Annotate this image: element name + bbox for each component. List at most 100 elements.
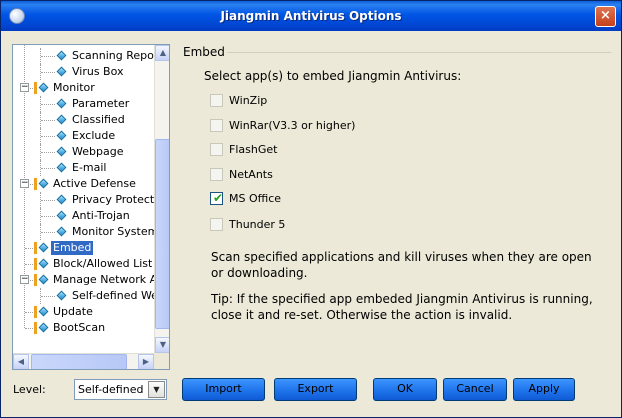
tree-connector xyxy=(41,72,55,73)
folder-node-icon xyxy=(34,82,50,94)
folder-node-icon xyxy=(34,242,50,254)
folder-node-icon xyxy=(34,258,50,270)
tree-item[interactable]: − Active Defense xyxy=(13,176,154,192)
checkbox-box xyxy=(210,168,223,181)
window-title: Jiangmin Antivirus Options xyxy=(220,9,402,23)
tree-item[interactable]: Webpage xyxy=(13,144,154,160)
app-checkbox-label: WinZip xyxy=(229,94,268,107)
scroll-thumb[interactable] xyxy=(31,354,127,369)
tree-item[interactable]: − Monitor xyxy=(13,80,154,96)
tree-item-label: Webpage xyxy=(72,145,124,158)
tree-item[interactable]: Parameter xyxy=(13,96,154,112)
close-button[interactable]: × xyxy=(595,6,616,27)
app-checkbox-label: FlashGet xyxy=(229,143,278,156)
folder-node-icon xyxy=(34,322,50,334)
leaf-node-icon xyxy=(56,210,67,221)
tree-item-label: Embed xyxy=(51,241,94,255)
checkbox-box[interactable]: ✔ xyxy=(210,191,223,205)
leaf-node-icon xyxy=(56,146,67,157)
tree-item[interactable]: Update xyxy=(13,304,154,320)
leaf-node-icon xyxy=(56,98,67,109)
tree-item[interactable]: Anti-Trojan xyxy=(13,208,154,224)
folder-node-icon xyxy=(34,274,50,286)
app-checkbox-label: MS Office xyxy=(229,192,282,205)
tree-item[interactable]: BootScan xyxy=(13,320,154,336)
tree-connector xyxy=(41,56,55,57)
tree-item-label: Update xyxy=(53,305,93,318)
leaf-node-icon xyxy=(56,290,67,301)
title-bar[interactable]: Jiangmin Antivirus Options × xyxy=(1,1,621,31)
cancel-button[interactable]: Cancel xyxy=(443,378,507,401)
leaf-node-icon xyxy=(56,114,67,125)
scroll-left-icon[interactable]: ◀ xyxy=(13,354,29,369)
leaf-node-icon xyxy=(56,66,67,77)
leaf-node-icon xyxy=(56,226,67,237)
level-label: Level: xyxy=(13,383,46,396)
tree-item-label: Parameter xyxy=(72,97,130,110)
checkbox-box xyxy=(210,94,223,107)
tree-horizontal-scrollbar[interactable]: ◀ ▶ xyxy=(13,353,154,369)
tree-vertical-scrollbar[interactable]: ▲ ▼ xyxy=(154,45,169,353)
app-checkbox-label: NetAnts xyxy=(229,168,273,181)
level-select-value: Self-defined xyxy=(78,383,144,396)
leaf-node-icon xyxy=(56,194,67,205)
section-divider xyxy=(227,52,611,53)
tree-item[interactable]: − Manage Network Acc xyxy=(13,272,169,288)
tree-connector xyxy=(41,200,55,201)
checkbox-box xyxy=(210,143,223,156)
tree-item-label: Block/Allowed List xyxy=(53,257,153,270)
tree-connector xyxy=(41,168,55,169)
tree-item-label: Active Defense xyxy=(53,177,136,190)
tree-item[interactable]: Self-defined Web xyxy=(13,288,165,304)
tree-item-label: Classified xyxy=(72,113,125,126)
tree-item[interactable]: Embed xyxy=(13,240,154,256)
scroll-thumb[interactable] xyxy=(155,139,169,329)
tree-item[interactable]: Virus Box xyxy=(13,64,154,80)
embed-tip: Tip: If the specified app embeded Jiangm… xyxy=(211,292,593,322)
collapse-icon[interactable]: − xyxy=(20,83,29,92)
tree-item-label: BootScan xyxy=(53,321,106,334)
tree-item-label: E-mail xyxy=(72,161,107,174)
tree-item[interactable]: Privacy Protectio xyxy=(13,192,164,208)
import-button[interactable]: Import xyxy=(182,378,265,401)
embed-description: Scan specified applications and kill vir… xyxy=(211,250,592,280)
level-select[interactable]: Self-defined ▼ xyxy=(74,379,167,400)
tree-connector xyxy=(41,152,55,153)
tree-item[interactable]: Block/Allowed List xyxy=(13,256,154,272)
tree-connector xyxy=(41,232,55,233)
chevron-down-icon[interactable]: ▼ xyxy=(148,381,165,398)
ok-button[interactable]: OK xyxy=(373,378,437,401)
section-title: Embed xyxy=(183,45,225,59)
tree-item[interactable]: Exclude xyxy=(13,128,154,144)
leaf-node-icon xyxy=(56,50,67,61)
app-checkbox-label: Thunder 5 xyxy=(229,218,286,231)
folder-node-icon xyxy=(34,306,50,318)
checkbox-box xyxy=(210,119,223,132)
collapse-icon[interactable]: − xyxy=(20,275,29,284)
tree-connector xyxy=(41,136,55,137)
apply-button[interactable]: Apply xyxy=(513,378,575,401)
scroll-down-icon[interactable]: ▼ xyxy=(155,337,169,353)
leaf-node-icon xyxy=(56,130,67,141)
tree-item-label: Virus Box xyxy=(72,65,124,78)
tree-item-label: Monitor xyxy=(53,81,95,94)
scroll-right-icon[interactable]: ▶ xyxy=(138,354,154,369)
leaf-node-icon xyxy=(56,162,67,173)
tree-item-label: Manage Network Acc xyxy=(53,273,170,286)
tree-item[interactable]: Scanning Report xyxy=(13,48,163,64)
select-apps-prompt: Select app(s) to embed Jiangmin Antiviru… xyxy=(204,69,462,83)
checkbox-box xyxy=(210,218,223,231)
tree-item[interactable]: E-mail xyxy=(13,160,154,176)
tree-item[interactable]: Classified xyxy=(13,112,154,128)
scroll-corner xyxy=(154,353,169,369)
folder-node-icon xyxy=(34,178,50,190)
scroll-up-icon[interactable]: ▲ xyxy=(155,45,169,61)
export-button[interactable]: Export xyxy=(274,378,357,401)
tree-item-label: Privacy Protectio xyxy=(72,193,165,206)
tree-connector xyxy=(41,104,55,105)
tree-item[interactable]: Monitor System xyxy=(13,224,158,240)
tree-connector xyxy=(41,216,55,217)
tree-item-label: Anti-Trojan xyxy=(72,209,130,222)
collapse-icon[interactable]: − xyxy=(20,179,29,188)
options-tree: Scanning Report Virus Box − Monitor Paramete… xyxy=(12,44,170,370)
